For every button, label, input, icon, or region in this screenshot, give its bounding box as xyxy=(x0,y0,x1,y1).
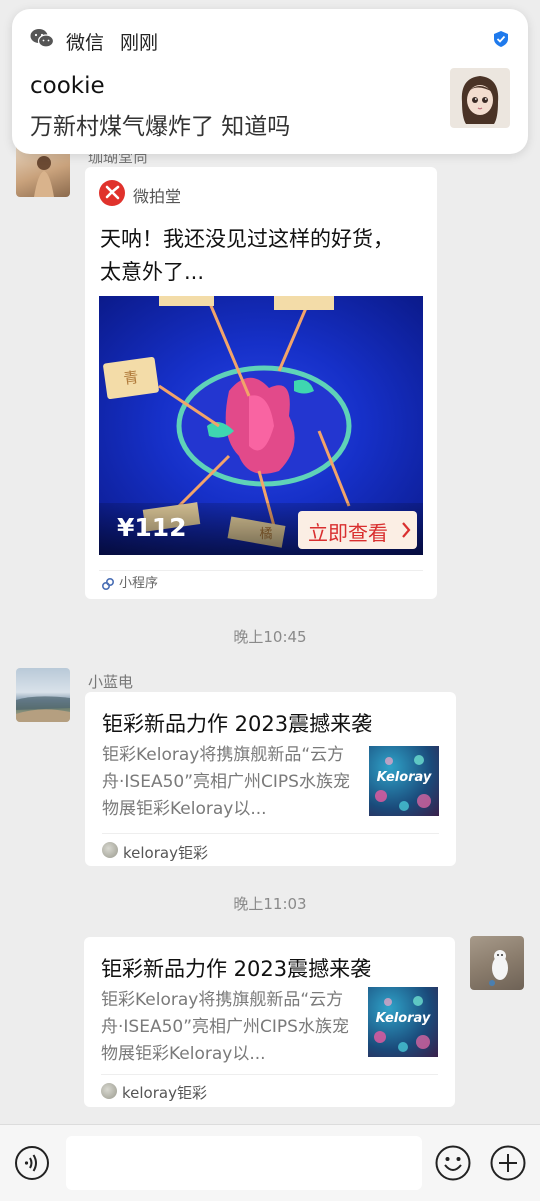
wechat-icon xyxy=(30,29,54,48)
link-description: 钜彩Keloray将携旗舰新品“云方舟·ISEA50”亮相广州CIPS水族宠物展… xyxy=(102,745,350,819)
timestamp: 晚上10:45 xyxy=(233,628,307,646)
link-thumbnail: Keloray xyxy=(368,987,438,1057)
more-button[interactable] xyxy=(489,1144,527,1182)
voice-icon xyxy=(15,1146,49,1180)
link-title: 钜彩新品力作 2023震撼来袭 xyxy=(102,712,373,736)
avatar-me[interactable] xyxy=(470,936,524,990)
divider xyxy=(99,570,423,571)
link-thumbnail: Keloray xyxy=(369,746,439,816)
link-card[interactable]: 钜彩新品力作 2023震撼来袭 钜彩Keloray将携旗舰新品“云方舟·ISEA… xyxy=(84,937,455,1107)
avatar-sender-2[interactable] xyxy=(16,668,70,722)
link-title: 钜彩新品力作 2023震撼来袭 xyxy=(101,957,372,981)
notification-banner[interactable]: 微信 刚刚 cookie 万新村煤气爆炸了 知道吗 xyxy=(12,9,528,154)
weipaitang-logo-icon xyxy=(99,180,125,206)
source-icon xyxy=(102,842,118,858)
tag-label: 青 xyxy=(102,356,160,400)
notification-message: 万新村煤气爆炸了 知道吗 xyxy=(30,114,291,140)
notification-app-name: 微信 xyxy=(66,32,105,54)
notification-sender: cookie xyxy=(30,73,105,99)
emoji-icon xyxy=(435,1145,471,1181)
divider xyxy=(102,833,439,834)
link-card[interactable]: 钜彩新品力作 2023震撼来袭 钜彩Keloray将携旗舰新品“云方舟·ISEA… xyxy=(85,692,456,866)
link-source: keloray钜彩 xyxy=(122,1084,207,1102)
mini-program-icon xyxy=(101,577,115,591)
plus-icon xyxy=(490,1145,526,1181)
notification-time: 刚刚 xyxy=(120,32,159,54)
verified-shield-icon xyxy=(494,31,508,47)
mini-program-brand: 微拍堂 xyxy=(133,187,182,206)
divider xyxy=(101,1074,438,1075)
voice-button[interactable] xyxy=(14,1145,49,1180)
view-now-button[interactable]: 立即查看 xyxy=(298,511,417,549)
link-source: keloray钜彩 xyxy=(123,844,208,862)
chat-input-bar xyxy=(0,1124,540,1201)
message-input[interactable] xyxy=(66,1136,422,1190)
link-description: 钜彩Keloray将携旗舰新品“云方舟·ISEA50”亮相广州CIPS水族宠物展… xyxy=(101,990,349,1064)
price-label: ¥112 xyxy=(117,513,187,542)
source-icon xyxy=(101,1083,117,1099)
timestamp: 晚上11:03 xyxy=(233,895,307,913)
mini-program-footer: 小程序 xyxy=(119,576,159,591)
chevron-right-icon xyxy=(402,522,411,538)
notification-avatar xyxy=(450,68,510,128)
emoji-button[interactable] xyxy=(434,1144,472,1182)
sender-name: 小蓝电 xyxy=(88,673,134,691)
mini-program-title: 天呐！我还没见过这样的好货，太意外了... xyxy=(100,227,394,284)
product-image[interactable]: 青 橘 ¥112 立即查看 xyxy=(99,296,423,555)
mini-program-card[interactable]: 微拍堂 天呐！我还没见过这样的好货，太意外了... 青 橘 ¥112 xyxy=(85,167,437,599)
